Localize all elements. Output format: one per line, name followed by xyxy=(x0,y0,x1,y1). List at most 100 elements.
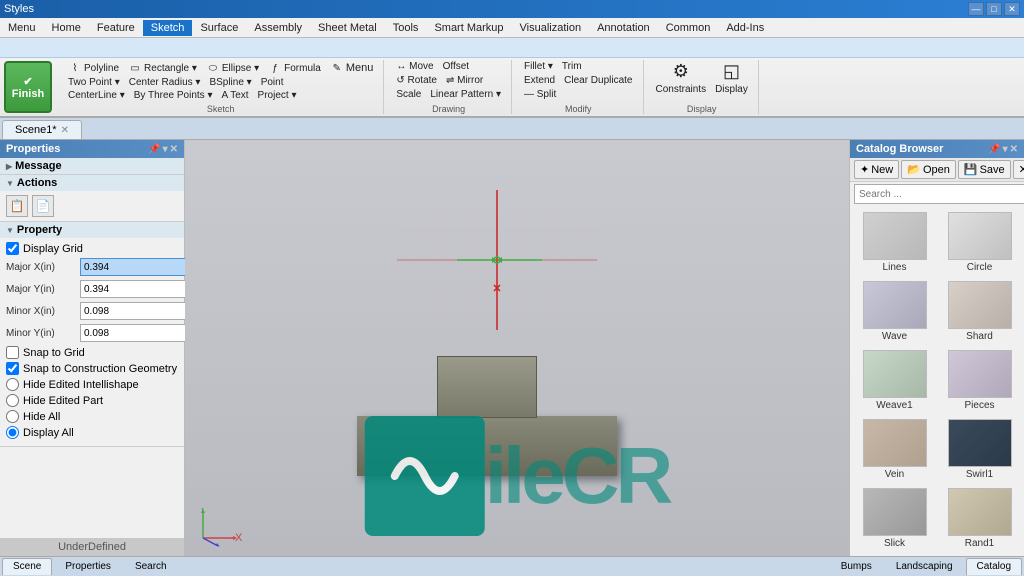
viewport[interactable]: ileCR X Y xyxy=(185,140,849,556)
snap-construction-row: Snap to Construction Geometry xyxy=(6,362,178,375)
property-body: Display Grid Major X(in) Major Y(in) Min… xyxy=(0,238,184,446)
catalog-thumb-swirl1 xyxy=(948,419,1012,467)
pin-icon[interactable]: 📌 xyxy=(148,144,160,155)
catalog-header-controls: 📌 ▾ ✕ xyxy=(988,144,1018,155)
polyline-button[interactable]: ⌇Polyline xyxy=(64,60,123,76)
snap-construction-checkbox[interactable] xyxy=(6,362,19,375)
offset-button[interactable]: Offset xyxy=(439,60,474,73)
catalog-close-button[interactable]: ✕ Close xyxy=(1013,160,1024,179)
minor-y-row: Minor Y(in) xyxy=(6,324,178,342)
scene-tab[interactable]: Scene xyxy=(2,558,52,575)
bumps-tab[interactable]: Bumps xyxy=(830,558,883,575)
display-grid-label: Display Grid xyxy=(23,243,83,255)
catalog-item-slick[interactable]: Slick xyxy=(854,486,935,551)
menu-item-common[interactable]: Common xyxy=(658,20,719,36)
menu-item-home[interactable]: Home xyxy=(44,20,89,36)
rectangle-button[interactable]: ▭Rectangle ▾ xyxy=(124,60,201,76)
dropdown-icon[interactable]: ▾ xyxy=(163,144,168,155)
menu-item-tools[interactable]: Tools xyxy=(385,20,427,36)
hide-part-radio[interactable] xyxy=(6,394,19,407)
maximize-button[interactable]: □ xyxy=(986,2,1002,16)
construction-button[interactable]: ✎Menu xyxy=(326,60,378,76)
drawing-row-2: ↺ Rotate ⇌ Mirror xyxy=(392,74,487,87)
display-button[interactable]: ◱ Display xyxy=(711,60,752,96)
split-button[interactable]: — Split xyxy=(520,88,560,101)
menu-item-surface[interactable]: Surface xyxy=(192,20,246,36)
project-button[interactable]: Project ▾ xyxy=(254,89,301,102)
snap-to-grid-checkbox[interactable] xyxy=(6,346,19,359)
catalog-tab[interactable]: Catalog xyxy=(966,558,1022,575)
catalog-item-ra[interactable]: Ra xyxy=(939,555,1020,556)
text-button[interactable]: A Text xyxy=(217,89,252,102)
search-tab[interactable]: Search xyxy=(124,558,178,575)
scene1-tab-label: Scene1* xyxy=(15,124,57,136)
mirror-button[interactable]: ⇌ Mirror xyxy=(442,74,487,87)
scene1-tab[interactable]: Scene1* ✕ xyxy=(2,120,82,139)
grid-svg xyxy=(397,190,597,330)
scale-button[interactable]: Scale xyxy=(392,88,425,101)
rotate-button[interactable]: ↺ Rotate xyxy=(392,74,441,87)
action-icon-2[interactable]: 📄 xyxy=(32,195,54,217)
centerline-button[interactable]: CenterLine ▾ xyxy=(64,89,129,102)
catalog-item-rand2[interactable]: Rand2 xyxy=(854,555,935,556)
menu-item-menu[interactable]: Menu xyxy=(0,20,44,36)
menu-item-visualization[interactable]: Visualization xyxy=(512,20,590,36)
bspline-button[interactable]: BSpline ▾ xyxy=(205,76,255,89)
catalog-search-input[interactable] xyxy=(854,184,1024,204)
catalog-item-rand1[interactable]: Rand1 xyxy=(939,486,1020,551)
move-button[interactable]: ↔ Move xyxy=(392,60,437,73)
catalog-item-pieces[interactable]: Pieces xyxy=(939,348,1020,413)
clear-duplicate-button[interactable]: Clear Duplicate xyxy=(560,74,636,87)
fillet-button[interactable]: Fillet ▾ xyxy=(520,60,557,73)
formula-button[interactable]: ƒFormula xyxy=(264,60,325,76)
by-three-points-button[interactable]: By Three Points ▾ xyxy=(130,89,217,102)
constraints-button[interactable]: ⚙ Constraints xyxy=(652,60,711,96)
extend-button[interactable]: Extend xyxy=(520,74,559,87)
minimize-button[interactable]: — xyxy=(968,2,984,16)
save-icon: 💾 xyxy=(964,163,978,176)
message-section-header[interactable]: ▶ Message xyxy=(0,158,184,174)
catalog-item-shard[interactable]: Shard xyxy=(939,279,1020,344)
hide-all-radio[interactable] xyxy=(6,410,19,423)
scene1-tab-close[interactable]: ✕ xyxy=(61,125,69,136)
bottom-tabs: Scene Properties Search Bumps Landscapin… xyxy=(0,556,1024,576)
linear-pattern-button[interactable]: Linear Pattern ▾ xyxy=(426,88,505,101)
catalog-pin-icon[interactable]: 📌 xyxy=(988,144,1000,155)
actions-section-header[interactable]: ▼ Actions xyxy=(0,175,184,191)
two-point-button[interactable]: Two Point ▾ xyxy=(64,76,124,89)
properties-tab[interactable]: Properties xyxy=(54,558,122,575)
display-grid-checkbox[interactable] xyxy=(6,242,19,255)
modify-row-3: — Split xyxy=(520,88,560,101)
catalog-item-weave1[interactable]: Weave1 xyxy=(854,348,935,413)
display-all-label: Display All xyxy=(23,427,74,439)
close-panel-icon[interactable]: ✕ xyxy=(170,144,178,155)
ellipse-button[interactable]: ⬭Ellipse ▾ xyxy=(202,60,263,76)
catalog-item-wave[interactable]: Wave xyxy=(854,279,935,344)
catalog-save-button[interactable]: 💾 Save xyxy=(958,160,1011,179)
catalog-item-lines[interactable]: Lines xyxy=(854,210,935,275)
point-button[interactable]: Point xyxy=(257,76,288,89)
catalog-item-vein[interactable]: Vein xyxy=(854,417,935,482)
hide-intellishape-radio[interactable] xyxy=(6,378,19,391)
menu-item-annotation[interactable]: Annotation xyxy=(589,20,658,36)
action-icon-1[interactable]: 📋 xyxy=(6,195,28,217)
landscaping-tab[interactable]: Landscaping xyxy=(885,558,964,575)
catalog-dropdown-icon[interactable]: ▾ xyxy=(1003,144,1008,155)
property-section-header[interactable]: ▼ Property xyxy=(0,222,184,238)
menu-item-feature[interactable]: Feature xyxy=(89,20,143,36)
menu-item-sketch[interactable]: Sketch xyxy=(143,20,193,36)
catalog-new-button[interactable]: ✦ New xyxy=(854,160,899,179)
menu-item-add-ins[interactable]: Add-Ins xyxy=(718,20,772,36)
close-button[interactable]: ✕ xyxy=(1004,2,1020,16)
trim-button[interactable]: Trim xyxy=(558,60,586,73)
center-radius-button[interactable]: Center Radius ▾ xyxy=(125,76,205,89)
catalog-close-icon[interactable]: ✕ xyxy=(1010,144,1018,155)
display-all-radio[interactable] xyxy=(6,426,19,439)
menu-item-smart markup[interactable]: Smart Markup xyxy=(426,20,511,36)
catalog-item-swirl1[interactable]: Swirl1 xyxy=(939,417,1020,482)
catalog-item-circle[interactable]: Circle xyxy=(939,210,1020,275)
catalog-open-button[interactable]: 📂 Open xyxy=(901,160,956,179)
menu-item-sheet metal[interactable]: Sheet Metal xyxy=(310,20,385,36)
finish-button[interactable]: ✔ Finish xyxy=(4,61,52,113)
menu-item-assembly[interactable]: Assembly xyxy=(246,20,310,36)
